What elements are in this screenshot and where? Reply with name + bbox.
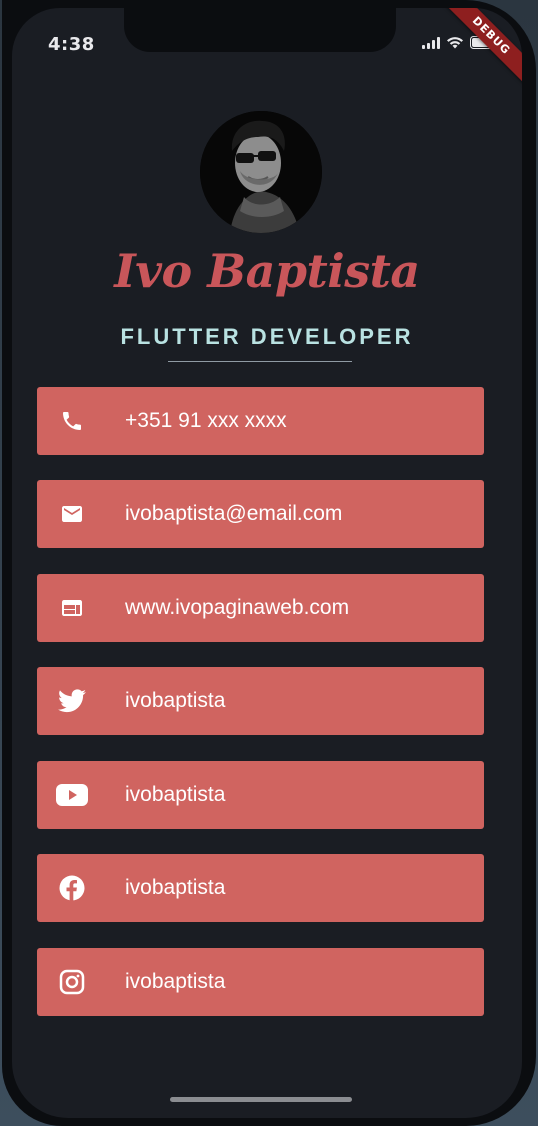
facebook-icon — [37, 875, 107, 901]
contact-label: ivobaptista — [125, 783, 226, 806]
profile-photo — [200, 111, 322, 233]
contact-card-phone[interactable]: +351 91 xxx xxxx — [37, 387, 484, 455]
profile-role: FLUTTER DEVELOPER — [120, 324, 414, 349]
cellular-signal-icon — [422, 36, 440, 49]
contact-card-youtube[interactable]: ivobaptista — [37, 761, 484, 829]
camera-notch — [124, 8, 396, 52]
contact-label: +351 91 xxx xxxx — [125, 409, 287, 432]
contact-card-facebook[interactable]: ivobaptista — [37, 854, 484, 922]
divider — [168, 361, 352, 362]
phone-icon — [37, 409, 107, 433]
contact-card-email[interactable]: ivobaptista@email.com — [37, 480, 484, 548]
status-time: 4:38 — [48, 34, 95, 55]
home-indicator[interactable] — [170, 1097, 352, 1102]
contact-label: www.ivopaginaweb.com — [125, 596, 350, 619]
device-background: 4:38 DEBUG Ivo Baptista FLUTTER DEVELOPE… — [0, 0, 538, 1126]
youtube-icon — [37, 783, 107, 807]
phone-frame: 4:38 DEBUG Ivo Baptista FLUTTER DEVELOPE… — [2, 0, 536, 1126]
email-icon — [37, 502, 107, 526]
wifi-icon — [446, 36, 464, 49]
profile-name: Ivo Baptista — [114, 244, 420, 298]
contact-card-web[interactable]: www.ivopaginaweb.com — [37, 574, 484, 642]
avatar — [200, 111, 322, 233]
instagram-icon — [37, 969, 107, 995]
contact-card-instagram[interactable]: ivobaptista — [37, 948, 484, 1016]
web-icon — [37, 596, 107, 620]
contact-label: ivobaptista — [125, 970, 226, 993]
contact-card-twitter[interactable]: ivobaptista — [37, 667, 484, 735]
twitter-icon — [37, 689, 107, 713]
debug-banner: DEBUG — [430, 8, 522, 97]
app-screen: 4:38 DEBUG Ivo Baptista FLUTTER DEVELOPE… — [12, 8, 522, 1118]
contact-label: ivobaptista — [125, 876, 226, 899]
contact-label: ivobaptista — [125, 689, 226, 712]
contact-label: ivobaptista@email.com — [125, 502, 343, 525]
